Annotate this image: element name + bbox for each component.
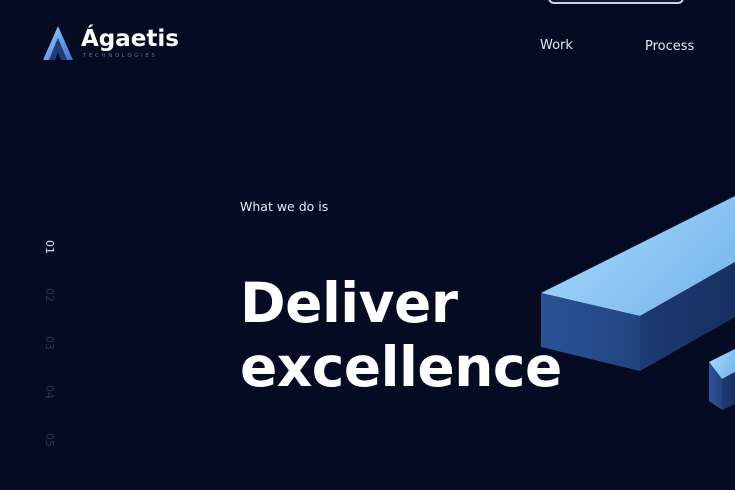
section-indicator-01[interactable]: 01 xyxy=(40,239,58,255)
section-indicator-04[interactable]: 04 xyxy=(40,384,58,400)
block2-left-face xyxy=(709,362,722,410)
block2-top-face xyxy=(709,349,735,379)
logo-a-icon xyxy=(43,26,73,60)
section-indicator-03[interactable]: 03 xyxy=(40,335,58,351)
cropped-device-frame xyxy=(548,0,684,4)
hero-headline: Deliver excellence xyxy=(240,271,562,399)
brand-name: Ágaetis xyxy=(81,26,179,52)
section-indicator-02[interactable]: 02 xyxy=(40,287,58,303)
hero-eyebrow: What we do is xyxy=(240,199,329,214)
block2-front-face xyxy=(722,372,735,410)
brand-logo[interactable]: Ágaetis TECHNOLOGIES xyxy=(42,24,179,62)
landing-page: Ágaetis TECHNOLOGIES Work Process 01 02 … xyxy=(0,0,735,490)
brand-tagline: TECHNOLOGIES xyxy=(83,53,158,59)
headline-line-1: Deliver xyxy=(240,270,458,335)
nav-work-link[interactable]: Work xyxy=(540,38,573,53)
block-top-face xyxy=(541,196,735,316)
isometric-blocks-illustration xyxy=(541,196,735,410)
headline-line-2: excellence xyxy=(240,334,562,399)
block-front-face xyxy=(640,262,735,371)
section-indicator-05[interactable]: 05 xyxy=(40,432,58,448)
nav-process-link[interactable]: Process xyxy=(645,39,694,54)
